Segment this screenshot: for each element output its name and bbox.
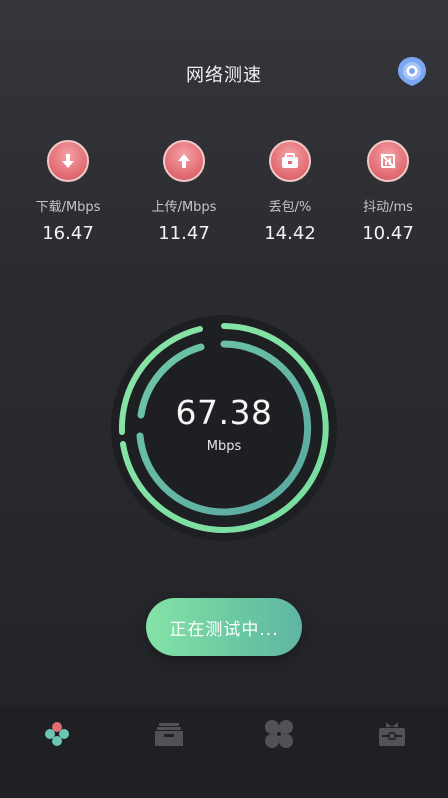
tab-speed-test[interactable] (27, 712, 87, 756)
testing-status-button[interactable]: 正在测试中... (146, 598, 302, 656)
inbox-tray-icon (155, 723, 183, 746)
stat-value: 14.42 (264, 223, 316, 244)
tab-toolbox[interactable] (362, 712, 422, 756)
upload-arrow-icon (163, 140, 205, 182)
speed-gauge: 67.38 Mbps (111, 315, 337, 541)
fan-icon (265, 720, 293, 748)
stat-label: 下载/Mbps (35, 200, 101, 215)
stat-value: 16.47 (42, 223, 94, 244)
stat-packet-loss: 丢包/% 14.42 (240, 140, 340, 244)
download-arrow-icon (47, 140, 89, 182)
tab-inbox[interactable] (139, 712, 199, 756)
stat-upload: 上传/Mbps 11.47 (134, 140, 234, 244)
stat-download: 下载/Mbps 16.47 (18, 140, 118, 244)
stats-panel: 下载/Mbps 16.47 上传/Mbps 11.47 丢包/% 14.42 抖… (0, 140, 448, 260)
stat-value: 11.47 (158, 223, 210, 244)
speed-test-icon (45, 722, 69, 746)
toolbox-icon (379, 722, 405, 746)
tab-fan[interactable] (249, 712, 309, 756)
stat-jitter: 抖动/ms 10.47 (338, 140, 438, 244)
header: 网络测速 (0, 0, 448, 140)
stat-label: 丢包/% (268, 200, 312, 215)
stat-label: 上传/Mbps (151, 200, 217, 215)
location-pin-icon[interactable] (396, 55, 428, 87)
stat-label: 抖动/ms (363, 200, 413, 215)
bottom-tab-bar (0, 706, 448, 798)
speed-value: 67.38 (175, 393, 273, 432)
briefcase-icon (269, 140, 311, 182)
no-signal-icon (367, 140, 409, 182)
speed-unit: Mbps (206, 439, 242, 454)
stat-value: 10.47 (362, 223, 414, 244)
page-title: 网络测速 (186, 65, 262, 86)
